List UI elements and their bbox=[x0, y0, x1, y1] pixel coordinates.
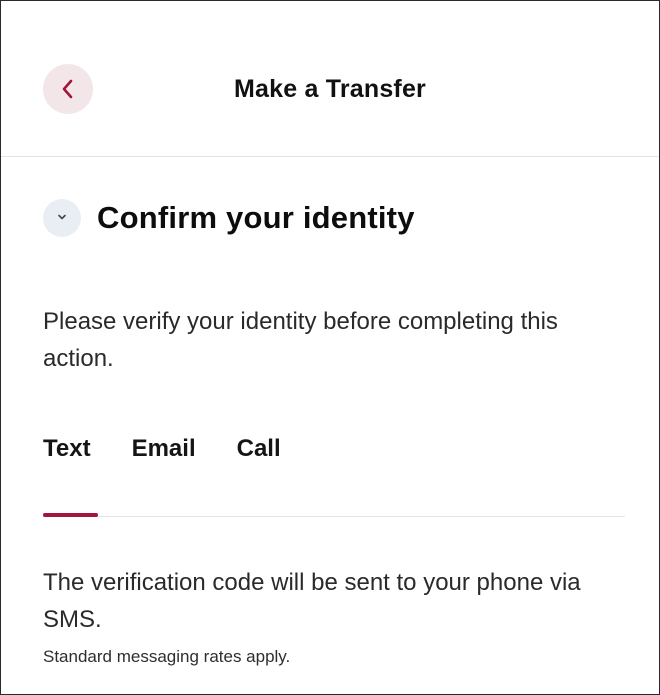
section-header: Confirm your identity bbox=[43, 199, 415, 237]
section-title: Confirm your identity bbox=[97, 200, 415, 235]
chevron-down-icon bbox=[56, 209, 68, 227]
verification-method-tabs: Text Email Call bbox=[43, 435, 281, 463]
make-transfer-screen: Make a Transfer Confirm your identity Pl… bbox=[0, 0, 660, 695]
tab-email[interactable]: Email bbox=[132, 435, 196, 463]
collapse-toggle[interactable] bbox=[43, 199, 81, 237]
page-title: Make a Transfer bbox=[234, 75, 426, 103]
rates-note: Standard messaging rates apply. bbox=[43, 647, 291, 666]
selected-tab-indicator bbox=[43, 513, 98, 517]
tab-call[interactable]: Call bbox=[237, 435, 281, 463]
app-header: Make a Transfer bbox=[1, 1, 659, 157]
intro-text: Please verify your identity before compl… bbox=[43, 308, 558, 372]
sms-message: The verification code will be sent to yo… bbox=[43, 569, 581, 633]
tab-text[interactable]: Text bbox=[43, 435, 91, 463]
tab-divider bbox=[43, 516, 625, 517]
